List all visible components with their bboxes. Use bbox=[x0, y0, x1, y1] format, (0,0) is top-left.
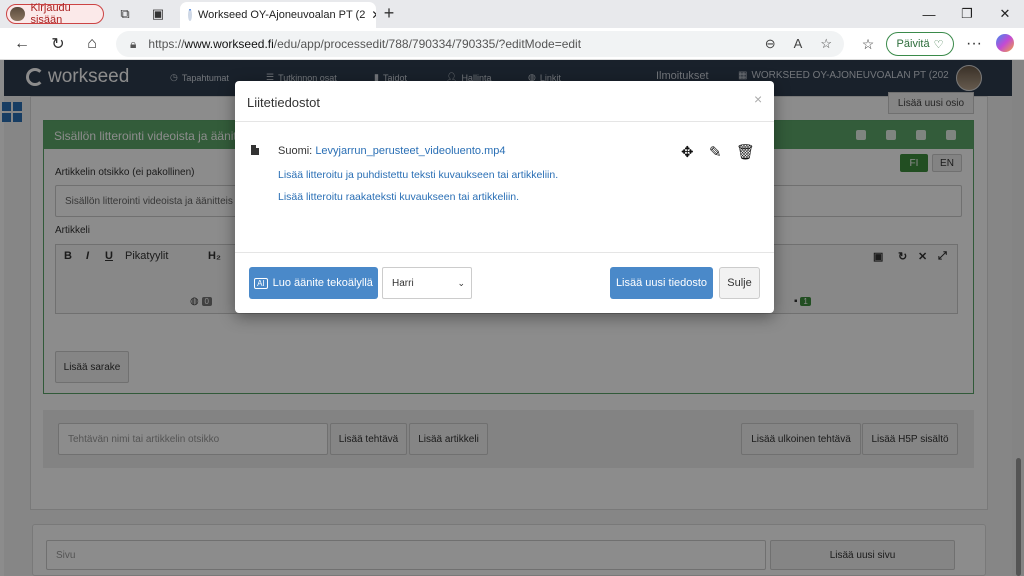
add-new-file-button[interactable]: Lisää uusi tiedosto bbox=[610, 267, 713, 299]
loading-spinner-icon bbox=[188, 9, 192, 21]
copilot-icon[interactable] bbox=[996, 34, 1014, 52]
active-tab[interactable]: Workseed OY-Ajoneuvoalan PT (2 ✕ bbox=[180, 2, 376, 28]
tab-close-icon[interactable]: ✕ bbox=[371, 8, 376, 22]
update-button[interactable]: Päivitä ♡ bbox=[886, 32, 954, 56]
create-audio-ai-button[interactable]: AI Luo äänite tekoälyllä bbox=[249, 267, 378, 299]
url-domain: www.workseed.fi bbox=[184, 37, 274, 51]
favorite-star-icon[interactable]: ☆ bbox=[820, 36, 832, 52]
edit-icon[interactable]: ✎ bbox=[709, 143, 722, 161]
profile-label: Kirjaudu sisään bbox=[30, 2, 71, 26]
browser-tab-bar: Kirjaudu sisään ⧉ ▣ Workseed OY-Ajoneuvo… bbox=[0, 0, 1024, 28]
read-aloud-icon[interactable]: A bbox=[794, 36, 803, 52]
update-label: Päivitä bbox=[896, 38, 930, 50]
modal-footer: AI Luo äänite tekoälyllä Harri ⌄ Lisää u… bbox=[235, 252, 774, 313]
tab-title: Workseed OY-Ajoneuvoalan PT (2 bbox=[198, 9, 366, 21]
zoom-icon[interactable]: ⊖ bbox=[765, 36, 776, 52]
modal-close-icon[interactable]: × bbox=[754, 91, 762, 107]
address-bar-row: ← ↻ ⌂ 🔒︎ https://www.workseed.fi/edu/app… bbox=[0, 28, 1024, 60]
url-prefix: https:// bbox=[148, 37, 185, 51]
chevron-down-icon: ⌄ bbox=[457, 277, 465, 288]
ai-button-label: Luo äänite tekoälyllä bbox=[272, 277, 373, 289]
site-info-icon[interactable]: 🔒︎ bbox=[130, 37, 136, 52]
modal-header: Liitetiedostot × bbox=[235, 81, 774, 122]
file-link[interactable]: Levyjarrun_perusteet_videoluento.mp4 bbox=[315, 145, 505, 157]
trash-icon[interactable]: 🗑︎ bbox=[736, 143, 755, 161]
reload-icon[interactable]: ↻ bbox=[46, 32, 70, 56]
url-path: /edu/app/processedit/788/790334/790335/?… bbox=[273, 37, 582, 51]
modal-title: Liitetiedostot bbox=[247, 95, 320, 110]
back-icon[interactable]: ← bbox=[10, 32, 34, 56]
voice-select[interactable]: Harri ⌄ bbox=[382, 267, 472, 299]
add-clean-transcript-link[interactable]: Lisää litteroitu ja puhdistettu teksti k… bbox=[278, 169, 558, 181]
restore-icon[interactable]: ❐ bbox=[948, 0, 986, 28]
file-language: Suomi: bbox=[278, 145, 313, 157]
attachment-row: Suomi: Levyjarrun_perusteet_videoluento.… bbox=[278, 145, 506, 157]
home-icon[interactable]: ⌂ bbox=[80, 32, 104, 56]
workspaces-icon[interactable]: ⧉ bbox=[116, 5, 134, 23]
ai-icon: AI bbox=[254, 277, 268, 289]
tab-actions-icon[interactable]: ▣ bbox=[149, 5, 167, 23]
url-field[interactable]: 🔒︎ https://www.workseed.fi/edu/app/proce… bbox=[116, 31, 844, 57]
heart-icon: ♡ bbox=[933, 38, 944, 51]
close-modal-button[interactable]: Sulje bbox=[719, 267, 760, 299]
window-close-icon[interactable]: ✕ bbox=[986, 0, 1024, 28]
window-controls: — ❐ ✕ bbox=[910, 0, 1024, 28]
new-tab-button[interactable]: + bbox=[380, 3, 398, 23]
favorites-icon[interactable]: ☆ bbox=[856, 32, 880, 56]
add-raw-transcript-link[interactable]: Lisää litteroitu raakateksti kuvaukseen … bbox=[278, 191, 519, 203]
move-icon[interactable]: ✥ bbox=[681, 143, 694, 161]
profile-button[interactable]: Kirjaudu sisään bbox=[6, 2, 104, 26]
profile-avatar bbox=[10, 7, 26, 21]
more-menu-icon[interactable]: ··· bbox=[962, 32, 986, 56]
file-icon bbox=[251, 145, 259, 155]
voice-selected: Harri bbox=[392, 277, 414, 289]
minimize-icon[interactable]: — bbox=[910, 0, 948, 28]
attachments-modal: Liitetiedostot × Suomi: Levyjarrun_perus… bbox=[235, 81, 774, 313]
